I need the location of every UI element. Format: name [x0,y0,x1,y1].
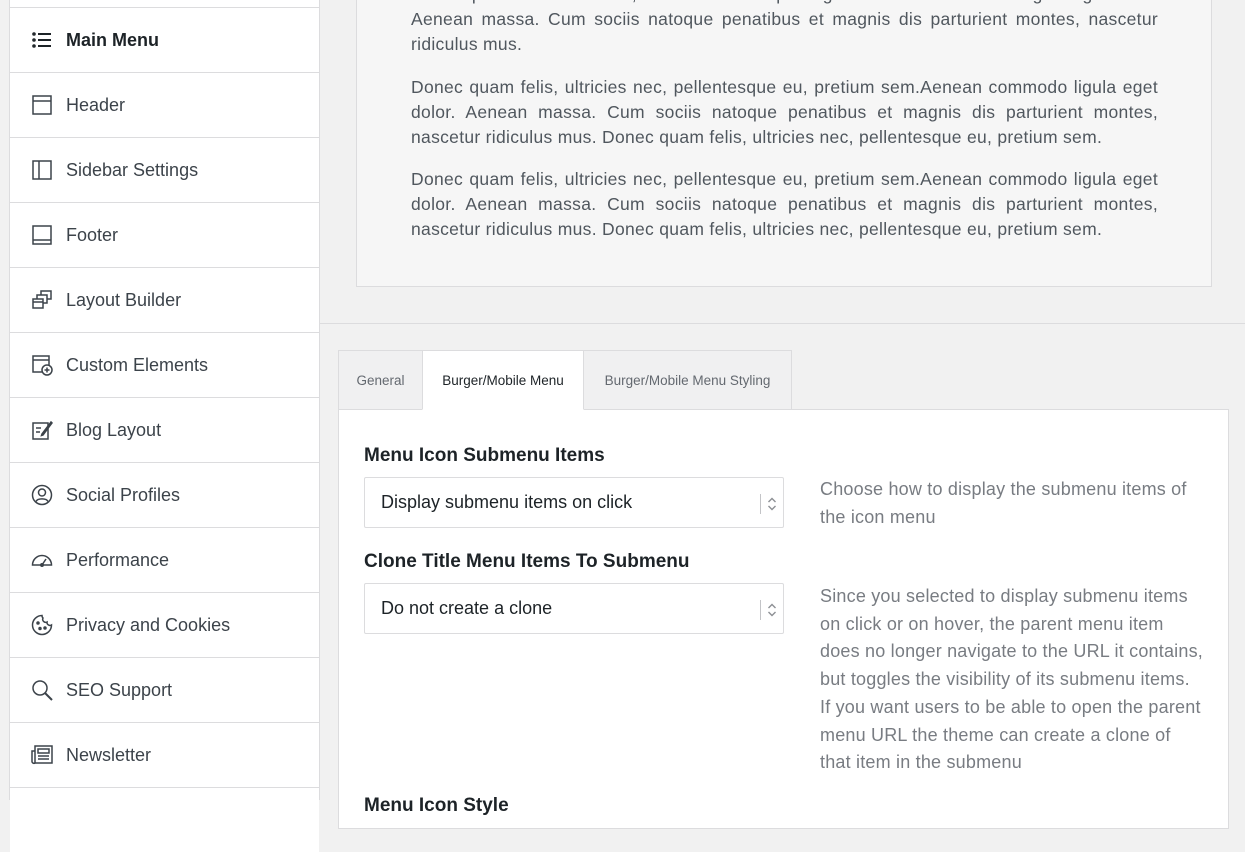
sidebar-item-label: Sidebar Settings [66,159,199,180]
tab-burger-mobile-menu-styling[interactable]: Burger/Mobile Menu Styling [583,350,792,410]
sidebar-item-seo-support[interactable]: SEO Support [10,657,319,722]
sidebar-item-label: Privacy and Cookies [66,614,231,635]
gauge-icon [30,548,54,572]
sidebar-item-label: Newsletter [66,744,152,765]
section-divider [320,323,1245,324]
select-separator [760,494,761,514]
tab-burger-mobile-menu[interactable]: Burger/Mobile Menu [422,350,584,410]
tab-general[interactable]: General [338,350,423,410]
preview-paragraph: Donec quam felis, ultricies nec, pellent… [411,77,1158,147]
sidebar-item-performance[interactable]: Performance [10,527,319,592]
chevron-up-down-icon [766,495,778,513]
clone-title-select[interactable]: Do not create a clone [364,583,784,634]
submenu-items-help: Choose how to display the submenu items … [820,479,1187,527]
sidebar-item-main-menu[interactable]: Main Menu [10,7,319,72]
cookie-icon [30,613,54,637]
sidebar-item-blog-layout[interactable]: Blog Layout [10,397,319,462]
sidebar-item-label: Blog Layout [66,419,162,440]
sidebar-item-label: SEO Support [66,679,173,700]
sidebar-item-newsletter[interactable]: Newsletter [10,722,319,787]
sidebar-item-social-profiles[interactable]: Social Profiles [10,462,319,527]
settings-sidebar: Main Menu Header Sidebar Settings Footer [9,0,320,852]
sidebar-item-sidebar-settings[interactable]: Sidebar Settings [10,137,319,202]
preview-paragraph: Donec quam felis, ultricies nec, pellent… [411,169,1158,239]
chevron-up-down-icon [766,601,778,619]
user-circle-icon [30,483,54,507]
select-value: Display submenu items on click [381,492,633,512]
header-layout-icon [30,93,54,117]
submenu-items-select[interactable]: Display submenu items on click [364,477,784,528]
edit-icon [30,418,54,442]
clone-title-help: Since you selected to display submenu it… [820,586,1203,773]
clone-title-label: Clone Title Menu Items To Submenu [364,551,690,572]
sidebar-item-label: Social Profiles [66,484,181,505]
settings-tabs: General Burger/Mobile Menu Burger/Mobile… [338,350,792,410]
sidebar-item-custom-elements[interactable]: Custom Elements [10,332,319,397]
menu-icon-style-label: Menu Icon Style [364,795,509,816]
sidebar-item-layout-builder[interactable]: Layout Builder [10,267,319,332]
sidebar-item-label: Header [66,94,126,115]
layers-icon [30,288,54,312]
footer-layout-icon [30,223,54,247]
sidebar-item-header[interactable]: Header [10,72,319,137]
sidebar-item-partial[interactable] [10,787,319,852]
settings-main: Lorem ipsum dolor sit amet, consectetuer… [320,0,1245,829]
menu-preview: Lorem ipsum dolor sit amet, consectetuer… [356,0,1212,287]
sidebar-item-label: Layout Builder [66,289,182,310]
submenu-items-label: Menu Icon Submenu Items [364,445,605,466]
select-separator [760,600,761,620]
newspaper-icon [30,743,54,767]
list-icon [30,28,54,52]
sidebar-item-footer[interactable]: Footer [10,202,319,267]
sidebar-item-privacy-cookies[interactable]: Privacy and Cookies [10,592,319,657]
sidebar-item-label: Main Menu [66,29,159,50]
preview-paragraph: Lorem ipsum dolor sit amet, consectetuer… [411,0,1158,54]
sidebar-item-label: Performance [66,549,170,570]
sidebar-layout-icon [30,158,54,182]
search-icon [30,678,54,702]
sidebar-item-label: Footer [66,224,119,245]
add-element-icon [30,353,54,377]
sidebar-list: Main Menu Header Sidebar Settings Footer [10,7,319,852]
select-value: Do not create a clone [381,598,553,618]
sidebar-item-label: Custom Elements [66,354,209,375]
tab-panel: Menu Icon Submenu Items Display submenu … [338,409,1229,829]
